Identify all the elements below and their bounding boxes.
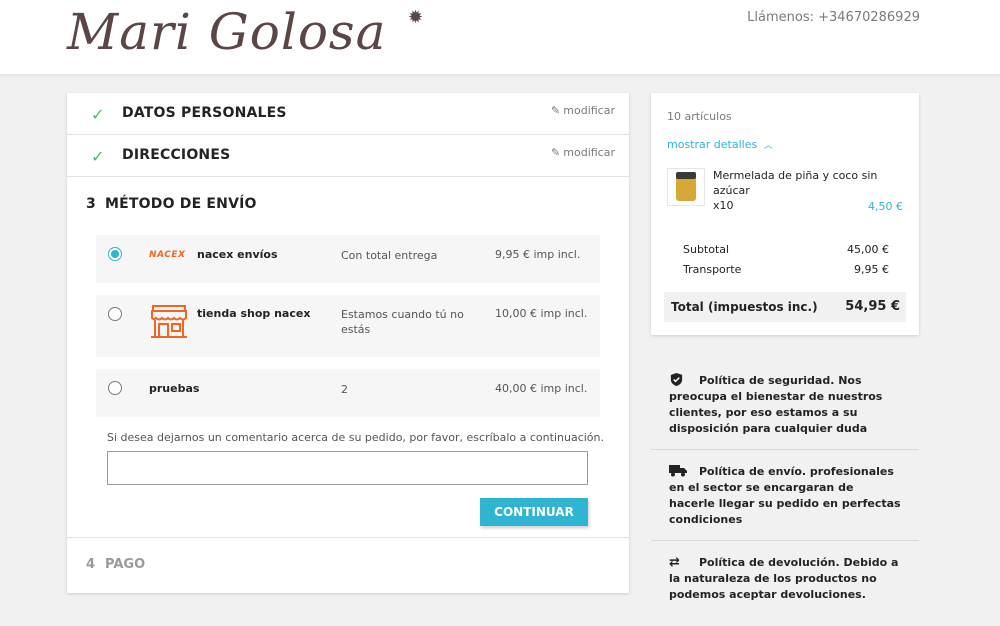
reassurance-returns: ⇄ Política de devolución. Debido a la nat…: [669, 555, 899, 601]
check-icon: ✓: [91, 147, 105, 166]
carrier-price: 40,00 € imp incl.: [495, 382, 588, 395]
order-comment-textarea[interactable]: [107, 451, 588, 485]
shipping-radio-nacex[interactable]: [108, 247, 122, 261]
step-title: DATOS PERSONALES: [122, 105, 287, 121]
product-qty: x10: [713, 199, 734, 212]
carrier-name: nacex envíos: [197, 248, 278, 261]
subtotal-value: 45,00 €: [847, 243, 889, 256]
shield-check-icon: [669, 372, 699, 389]
modify-personal-link[interactable]: ✎ modificar: [551, 104, 615, 117]
total-row: Total (impuestos inc.) 54,95 €: [664, 292, 906, 322]
cart-summary: 10 artículos mostrar detalles ︿ Mermelad…: [651, 93, 919, 335]
step-shipping-method: 3 MÉTODO DE ENVÍO NACEX nacex envíos Con…: [67, 178, 629, 538]
checkout-steps: ✓ DATOS PERSONALES ✎ modificar ✓ DIRECCIO…: [67, 93, 629, 593]
shipping-option-shop[interactable]: tienda shop nacex Estamos cuando tú no e…: [96, 295, 600, 357]
pencil-icon: ✎: [551, 104, 561, 117]
shop-storefront-icon: [151, 305, 187, 338]
nacex-logo: NACEX: [149, 250, 186, 260]
shipping-radio-pruebas[interactable]: [108, 381, 122, 395]
phone-contact: Llámenos: +34670286929: [747, 10, 920, 25]
carrier-delay: Estamos cuando tú no estás: [341, 308, 464, 336]
step-personal-info[interactable]: ✓ DATOS PERSONALES ✎ modificar: [67, 93, 629, 135]
check-icon: ✓: [91, 105, 105, 124]
carrier-delay: Con total entrega: [341, 249, 438, 262]
carrier-delay: 2: [341, 383, 348, 396]
carrier-price: 9,95 € imp incl.: [495, 248, 581, 261]
total-value: 54,95 €: [845, 299, 900, 314]
step-addresses[interactable]: ✓ DIRECCIONES ✎ modificar: [67, 135, 629, 177]
subtotal-row: Subtotal 45,00 €: [683, 243, 889, 256]
reassurance-block: Política de seguridad. Nos preocupa el b…: [651, 358, 919, 615]
step-title: MÉTODO DE ENVÍO: [105, 196, 257, 212]
carrier-name: pruebas: [149, 382, 200, 395]
shipping-row: Transporte 9,95 €: [683, 263, 889, 276]
chevron-up-icon: ︿: [763, 141, 773, 151]
continue-button[interactable]: CONTINUAR: [480, 498, 588, 526]
logo[interactable]: Mari Golosa: [67, 2, 386, 62]
reassurance-shipping: Política de envío. profesionales en el s…: [651, 450, 919, 541]
shipping-label: Transporte: [683, 263, 742, 276]
shipping-radio-shop[interactable]: [108, 307, 122, 321]
shipping-option-pruebas[interactable]: pruebas 2 40,00 € imp incl.: [96, 369, 600, 417]
carrier-name: tienda shop nacex: [197, 307, 311, 320]
product-thumbnail[interactable]: [667, 168, 705, 206]
step-number: 3: [86, 196, 96, 212]
site-header: Mari Golosa ✹ Llámenos: +34670286929: [0, 0, 1000, 75]
shipping-option-nacex[interactable]: NACEX nacex envíos Con total entrega 9,9…: [96, 235, 600, 283]
pencil-icon: ✎: [551, 146, 561, 159]
truck-icon: [669, 464, 699, 480]
carrier-price: 10,00 € imp incl.: [495, 307, 588, 320]
show-details-toggle[interactable]: mostrar detalles ︿: [667, 138, 773, 151]
product-price: 4,50 €: [868, 200, 903, 213]
subtotal-label: Subtotal: [683, 243, 730, 256]
shipping-value: 9,95 €: [854, 263, 889, 276]
reassurance-security: Política de seguridad. Nos preocupa el b…: [651, 358, 919, 450]
step-title: DIRECCIONES: [122, 147, 231, 163]
step-number: 4: [86, 557, 96, 572]
total-label: Total (impuestos inc.): [671, 300, 818, 314]
items-count: 10 artículos: [667, 110, 732, 123]
modify-addresses-link[interactable]: ✎ modificar: [551, 146, 615, 159]
comment-label: Si desea dejarnos un comentario acerca d…: [107, 431, 604, 444]
step-title: PAGO: [105, 557, 146, 572]
swap-arrows-icon: ⇄: [669, 555, 680, 570]
logo-flower-icon: ✹: [408, 7, 424, 28]
jar-lid-image: [676, 172, 696, 179]
step-payment: 4 PAGO: [67, 539, 629, 593]
